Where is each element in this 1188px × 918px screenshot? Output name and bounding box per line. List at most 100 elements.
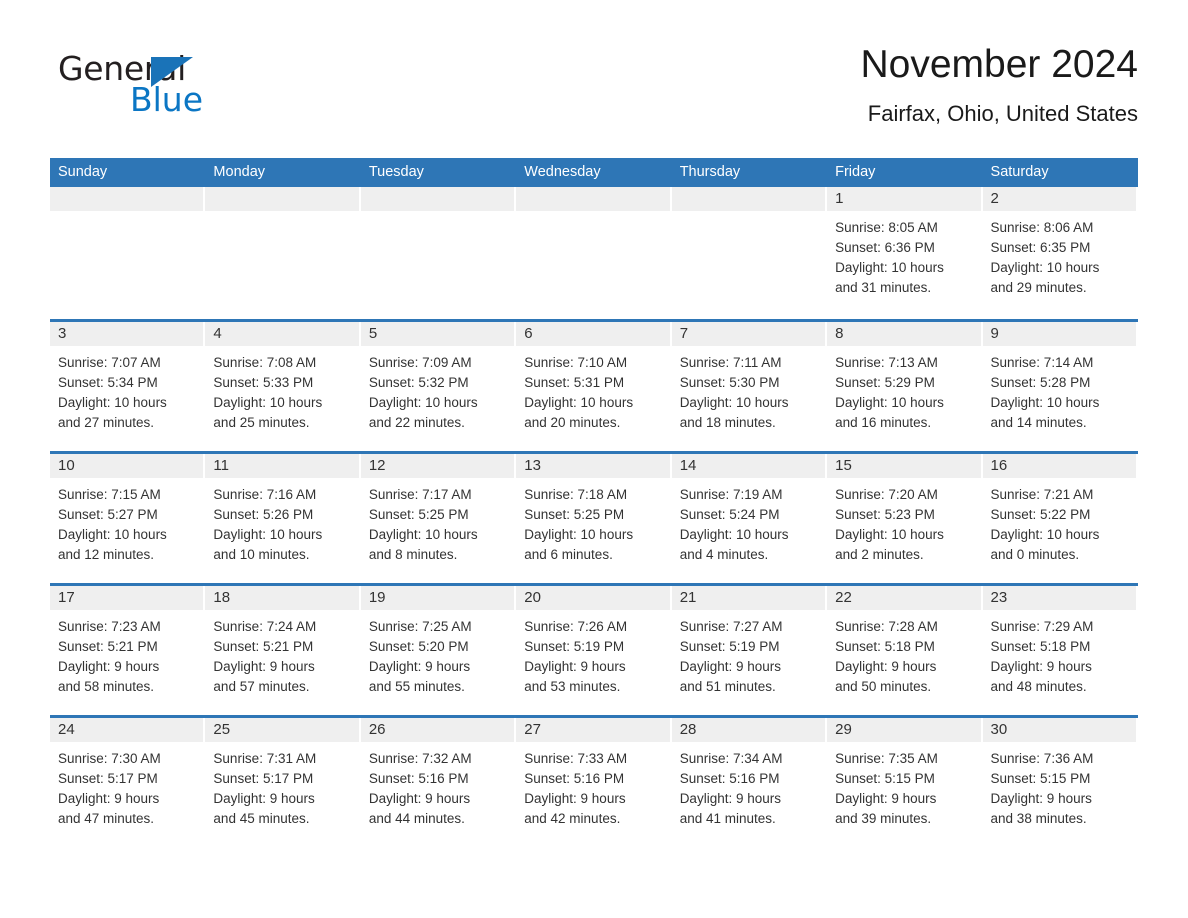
daylight-text-line1: Daylight: 10 hours xyxy=(524,395,634,410)
daylight-text-line1: Daylight: 9 hours xyxy=(58,659,160,674)
daylight-text-line2: and 10 minutes. xyxy=(213,547,310,562)
day-cell[interactable]: 5 Sunrise: 7:09 AM Sunset: 5:32 PM Dayli… xyxy=(360,322,517,451)
day-cell[interactable]: 2 Sunrise: 8:06 AM Sunset: 6:35 PM Dayli… xyxy=(982,187,1138,319)
daylight-text-line2: and 42 minutes. xyxy=(524,811,621,826)
sunset-text: Sunset: 5:19 PM xyxy=(524,639,625,654)
day-cell[interactable]: 4 Sunrise: 7:08 AM Sunset: 5:33 PM Dayli… xyxy=(205,322,361,451)
day-cell[interactable]: 22 Sunrise: 7:28 AM Sunset: 5:18 PM Dayl… xyxy=(827,586,983,715)
day-number: 15 xyxy=(827,454,981,478)
sunrise-text: Sunrise: 7:32 AM xyxy=(368,751,472,766)
weekday-header-saturday: Saturday xyxy=(990,164,1049,180)
daylight-text-line1: Daylight: 9 hours xyxy=(524,791,626,806)
daylight-text-line2: and 20 minutes. xyxy=(524,415,621,430)
daylight-text-line2: and 27 minutes. xyxy=(58,415,155,430)
day-number: 24 xyxy=(50,718,204,742)
sunset-text: Sunset: 5:31 PM xyxy=(524,375,625,390)
day-cell[interactable]: 30 Sunrise: 7:36 AM Sunset: 5:15 PM Dayl… xyxy=(982,718,1138,847)
day-details: Sunrise: 7:19 AM Sunset: 5:24 PM Dayligh… xyxy=(672,478,825,565)
daylight-text-line1: Daylight: 10 hours xyxy=(368,527,478,542)
day-cell[interactable]: 12 Sunrise: 7:17 AM Sunset: 5:25 PM Dayl… xyxy=(360,454,517,583)
day-cell[interactable]: 16 Sunrise: 7:21 AM Sunset: 5:22 PM Dayl… xyxy=(982,454,1138,583)
daylight-text-line1: Daylight: 9 hours xyxy=(679,791,781,806)
sunrise-text: Sunrise: 7:36 AM xyxy=(990,751,1094,766)
day-cell[interactable] xyxy=(671,187,828,319)
daylight-text-line2: and 50 minutes. xyxy=(835,679,932,694)
day-cell[interactable]: 23 Sunrise: 7:29 AM Sunset: 5:18 PM Dayl… xyxy=(982,586,1138,715)
sunrise-text: Sunrise: 7:26 AM xyxy=(524,619,628,634)
day-number xyxy=(205,187,359,211)
day-cell[interactable]: 11 Sunrise: 7:16 AM Sunset: 5:26 PM Dayl… xyxy=(205,454,361,583)
day-cell[interactable]: 25 Sunrise: 7:31 AM Sunset: 5:17 PM Dayl… xyxy=(205,718,361,847)
day-cell[interactable] xyxy=(205,187,361,319)
sunset-text: Sunset: 5:17 PM xyxy=(58,771,158,786)
day-cell[interactable]: 14 Sunrise: 7:19 AM Sunset: 5:24 PM Dayl… xyxy=(671,454,828,583)
day-cell[interactable]: 20 Sunrise: 7:26 AM Sunset: 5:19 PM Dayl… xyxy=(516,586,672,715)
day-details: Sunrise: 7:32 AM Sunset: 5:16 PM Dayligh… xyxy=(361,742,514,829)
daylight-text-line1: Daylight: 9 hours xyxy=(58,791,160,806)
day-number: 25 xyxy=(205,718,359,742)
sunset-text: Sunset: 5:30 PM xyxy=(679,375,780,390)
sunset-text: Sunset: 5:25 PM xyxy=(524,507,625,522)
day-cell[interactable]: 28 Sunrise: 7:34 AM Sunset: 5:16 PM Dayl… xyxy=(671,718,828,847)
day-cell[interactable]: 27 Sunrise: 7:33 AM Sunset: 5:16 PM Dayl… xyxy=(516,718,672,847)
day-cell[interactable]: 19 Sunrise: 7:25 AM Sunset: 5:20 PM Dayl… xyxy=(360,586,517,715)
day-cell[interactable]: 1 Sunrise: 8:05 AM Sunset: 6:36 PM Dayli… xyxy=(827,187,983,319)
day-cell[interactable]: 10 Sunrise: 7:15 AM Sunset: 5:27 PM Dayl… xyxy=(50,454,206,583)
day-cell[interactable]: 8 Sunrise: 7:13 AM Sunset: 5:29 PM Dayli… xyxy=(827,322,983,451)
title-block: November 2024 Fairfax, Ohio, United Stat… xyxy=(861,43,1139,127)
day-cell[interactable]: 26 Sunrise: 7:32 AM Sunset: 5:16 PM Dayl… xyxy=(360,718,517,847)
day-number xyxy=(516,187,670,211)
day-cell[interactable]: 7 Sunrise: 7:11 AM Sunset: 5:30 PM Dayli… xyxy=(671,322,828,451)
day-cell[interactable]: 6 Sunrise: 7:10 AM Sunset: 5:31 PM Dayli… xyxy=(516,322,672,451)
weekday-header-row: Sunday Monday Tuesday Wednesday Thursday… xyxy=(50,158,1138,187)
day-details: Sunrise: 7:09 AM Sunset: 5:32 PM Dayligh… xyxy=(361,346,514,433)
sunset-text: Sunset: 5:24 PM xyxy=(679,507,780,522)
day-number: 26 xyxy=(360,718,515,742)
day-number: 8 xyxy=(827,322,981,346)
day-cell[interactable]: 18 Sunrise: 7:24 AM Sunset: 5:21 PM Dayl… xyxy=(205,586,361,715)
daylight-text-line2: and 41 minutes. xyxy=(679,811,776,826)
weekday-header-thursday: Thursday xyxy=(679,164,741,180)
daylight-text-line2: and 8 minutes. xyxy=(368,547,458,562)
day-cell[interactable]: 21 Sunrise: 7:27 AM Sunset: 5:19 PM Dayl… xyxy=(671,586,828,715)
daylight-text-line2: and 29 minutes. xyxy=(990,280,1087,295)
page-header: General Blue November 2024 Fairfax, Ohio… xyxy=(0,0,1188,126)
daylight-text-line1: Daylight: 10 hours xyxy=(524,527,634,542)
daylight-text-line2: and 2 minutes. xyxy=(835,547,924,562)
day-cell[interactable]: 24 Sunrise: 7:30 AM Sunset: 5:17 PM Dayl… xyxy=(50,718,206,847)
general-blue-logo: General Blue xyxy=(58,52,258,118)
daylight-text-line1: Daylight: 10 hours xyxy=(835,260,944,275)
day-details: Sunrise: 7:16 AM Sunset: 5:26 PM Dayligh… xyxy=(205,478,358,565)
day-number: 19 xyxy=(360,586,515,610)
location-subtitle: Fairfax, Ohio, United States xyxy=(867,100,1138,126)
day-cell[interactable]: 15 Sunrise: 7:20 AM Sunset: 5:23 PM Dayl… xyxy=(827,454,983,583)
day-cell[interactable] xyxy=(516,187,672,319)
sunrise-text: Sunrise: 7:09 AM xyxy=(368,355,472,370)
sunrise-text: Sunrise: 7:10 AM xyxy=(524,355,628,370)
daylight-text-line1: Daylight: 9 hours xyxy=(368,791,471,806)
daylight-text-line1: Daylight: 9 hours xyxy=(990,791,1092,806)
sunset-text: Sunset: 5:15 PM xyxy=(835,771,935,786)
daylight-text-line1: Daylight: 9 hours xyxy=(213,659,315,674)
sunrise-text: Sunrise: 7:07 AM xyxy=(58,355,161,370)
daylight-text-line2: and 47 minutes. xyxy=(58,811,155,826)
day-cell[interactable]: 3 Sunrise: 7:07 AM Sunset: 5:34 PM Dayli… xyxy=(50,322,206,451)
day-cell[interactable]: 9 Sunrise: 7:14 AM Sunset: 5:28 PM Dayli… xyxy=(982,322,1138,451)
weekday-header-sunday: Sunday xyxy=(58,164,108,180)
day-cell[interactable]: 13 Sunrise: 7:18 AM Sunset: 5:25 PM Dayl… xyxy=(516,454,672,583)
day-cell[interactable] xyxy=(360,187,517,319)
sunrise-text: Sunrise: 7:14 AM xyxy=(990,355,1094,370)
daylight-text-line1: Daylight: 9 hours xyxy=(368,659,471,674)
daylight-text-line1: Daylight: 10 hours xyxy=(990,527,1100,542)
day-cell[interactable]: 29 Sunrise: 7:35 AM Sunset: 5:15 PM Dayl… xyxy=(827,718,983,847)
day-cell[interactable] xyxy=(50,187,206,319)
sunrise-text: Sunrise: 7:16 AM xyxy=(213,487,317,502)
daylight-text-line2: and 16 minutes. xyxy=(835,415,932,430)
day-details xyxy=(205,211,358,218)
day-number: 7 xyxy=(671,322,826,346)
sunset-text: Sunset: 5:18 PM xyxy=(990,639,1091,654)
sunrise-text: Sunrise: 7:21 AM xyxy=(990,487,1094,502)
day-details: Sunrise: 7:36 AM Sunset: 5:15 PM Dayligh… xyxy=(983,742,1136,829)
daylight-text-line2: and 57 minutes. xyxy=(213,679,310,694)
day-cell[interactable]: 17 Sunrise: 7:23 AM Sunset: 5:21 PM Dayl… xyxy=(50,586,206,715)
